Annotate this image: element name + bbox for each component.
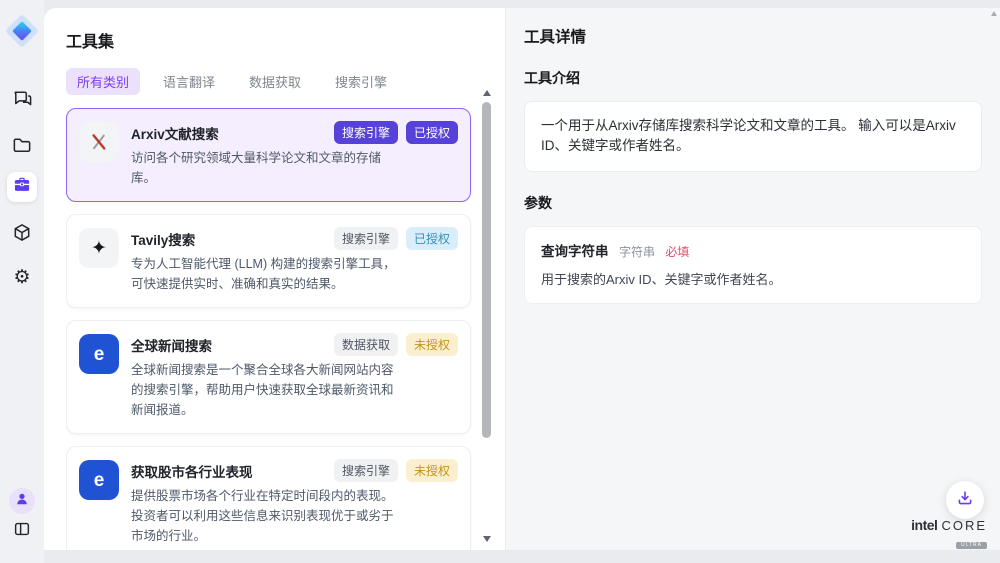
scrollbar-down-arrow-icon[interactable] <box>483 536 491 542</box>
ultra-badge: ultra <box>956 542 987 549</box>
sidebar-item-account[interactable] <box>9 488 35 514</box>
list-scrollbar[interactable] <box>481 86 493 546</box>
category-badge: 搜索引擎 <box>334 121 398 144</box>
sidebar-item-models[interactable] <box>12 222 33 248</box>
tab-3[interactable]: 搜索引擎 <box>324 68 398 95</box>
params-heading: 参数 <box>524 193 982 213</box>
detail-title: 工具详情 <box>524 25 982 47</box>
tool-card-description: 专为人工智能代理 (LLM) 构建的搜索引擎工具，可快速提供实时、准确和真实的结… <box>131 254 399 294</box>
sidebar-item-settings[interactable]: ⚙ <box>13 268 30 287</box>
arxiv-icon <box>79 122 119 162</box>
cube-icon <box>12 222 33 248</box>
sidebar-item-panel-toggle[interactable] <box>12 519 32 544</box>
intro-text: 一个用于从Arxiv存储库搜索科学论文和文章的工具。 输入可以是Arxiv ID… <box>541 118 956 153</box>
panel-toggle-icon <box>12 519 32 544</box>
tool-card[interactable]: ✦ Tavily搜索 专为人工智能代理 (LLM) 构建的搜索引擎工具，可快速提… <box>66 214 471 308</box>
user-icon <box>15 492 29 511</box>
auth-status-badge: 未授权 <box>406 333 458 356</box>
tool-card-description: 全球新闻搜索是一个聚合全球各大新闻网站内容的搜索引擎，帮助用户快速获取全球最新资… <box>131 360 399 420</box>
intel-core-logo: intel core ultra <box>911 518 987 550</box>
category-tabs: 所有类别语言翻译数据获取搜索引擎 <box>66 68 505 95</box>
tool-card[interactable]: e 全球新闻搜索 全球新闻搜索是一个聚合全球各大新闻网站内容的搜索引擎，帮助用户… <box>66 320 471 434</box>
main-panel: 工具集 所有类别语言翻译数据获取搜索引擎 Arxiv文献搜索 访问各个研究领域大… <box>44 8 1000 550</box>
sidebar-item-chat[interactable] <box>12 87 33 113</box>
detail-scrollbar-arrow-icon[interactable] <box>991 11 997 16</box>
param-description: 用于搜索的Arxiv ID、关键字或作者姓名。 <box>541 269 965 288</box>
tool-card-description: 访问各个研究领域大量科学论文和文章的存储库。 <box>131 148 399 188</box>
auth-status-badge: 已授权 <box>406 121 458 144</box>
tab-1[interactable]: 语言翻译 <box>152 68 226 95</box>
page-title: 工具集 <box>66 28 505 52</box>
tool-card-list: Arxiv文献搜索 访问各个研究领域大量科学论文和文章的存储库。 搜索引擎 已授… <box>66 108 505 550</box>
tool-card-description: 提供股票市场各个行业在特定时间段内的表现。投资者可以利用这些信息来识别表现优于或… <box>131 486 399 546</box>
category-badge: 搜索引擎 <box>334 459 398 482</box>
download-button[interactable] <box>946 481 984 519</box>
tool-card[interactable]: Arxiv文献搜索 访问各个研究领域大量科学论文和文章的存储库。 搜索引擎 已授… <box>66 108 471 202</box>
tavily-icon: ✦ <box>79 228 119 268</box>
chat-icon <box>12 87 33 113</box>
category-badge: 搜索引擎 <box>334 227 398 250</box>
gear-icon: ⚙ <box>13 268 30 287</box>
param-type: 字符串 <box>619 245 655 259</box>
category-badge: 数据获取 <box>334 333 398 356</box>
app-window: ⚙ 工具集 所有类别语言翻译数据获取搜索引擎 <box>0 0 1000 563</box>
toolbox-icon <box>12 175 32 200</box>
sidebar-item-tools[interactable] <box>7 172 37 202</box>
tool-detail-pane: 工具详情 工具介绍 一个用于从Arxiv存储库搜索科学论文和文章的工具。 输入可… <box>505 8 1000 550</box>
param-header: 查询字符串 字符串 必填 <box>541 240 965 261</box>
auth-status-badge: 未授权 <box>406 459 458 482</box>
folder-icon <box>12 135 33 161</box>
tab-2[interactable]: 数据获取 <box>238 68 312 95</box>
scrollbar-up-arrow-icon[interactable] <box>483 90 491 96</box>
tool-card[interactable]: e 获取股市各行业表现 提供股票市场各个行业在特定时间段内的表现。投资者可以利用… <box>66 446 471 550</box>
auth-status-badge: 已授权 <box>406 227 458 250</box>
core-wordmark: core <box>941 518 987 533</box>
download-icon <box>956 489 974 512</box>
param-name: 查询字符串 <box>541 244 609 259</box>
sidebar: ⚙ <box>0 0 44 563</box>
param-card: 查询字符串 字符串 必填 用于搜索的Arxiv ID、关键字或作者姓名。 <box>524 226 982 304</box>
juhe-icon: e <box>79 460 119 500</box>
tool-list-pane: 工具集 所有类别语言翻译数据获取搜索引擎 Arxiv文献搜索 访问各个研究领域大… <box>44 8 505 550</box>
param-required-badge: 必填 <box>665 245 689 259</box>
intel-wordmark: intel <box>911 517 937 533</box>
scrollbar-thumb[interactable] <box>482 102 491 438</box>
tab-0[interactable]: 所有类别 <box>66 68 140 95</box>
intro-heading: 工具介绍 <box>524 68 982 88</box>
juhe-icon: e <box>79 334 119 374</box>
intro-card: 一个用于从Arxiv存储库搜索科学论文和文章的工具。 输入可以是Arxiv ID… <box>524 101 982 172</box>
sidebar-item-files[interactable] <box>12 135 33 161</box>
app-logo <box>6 15 38 47</box>
